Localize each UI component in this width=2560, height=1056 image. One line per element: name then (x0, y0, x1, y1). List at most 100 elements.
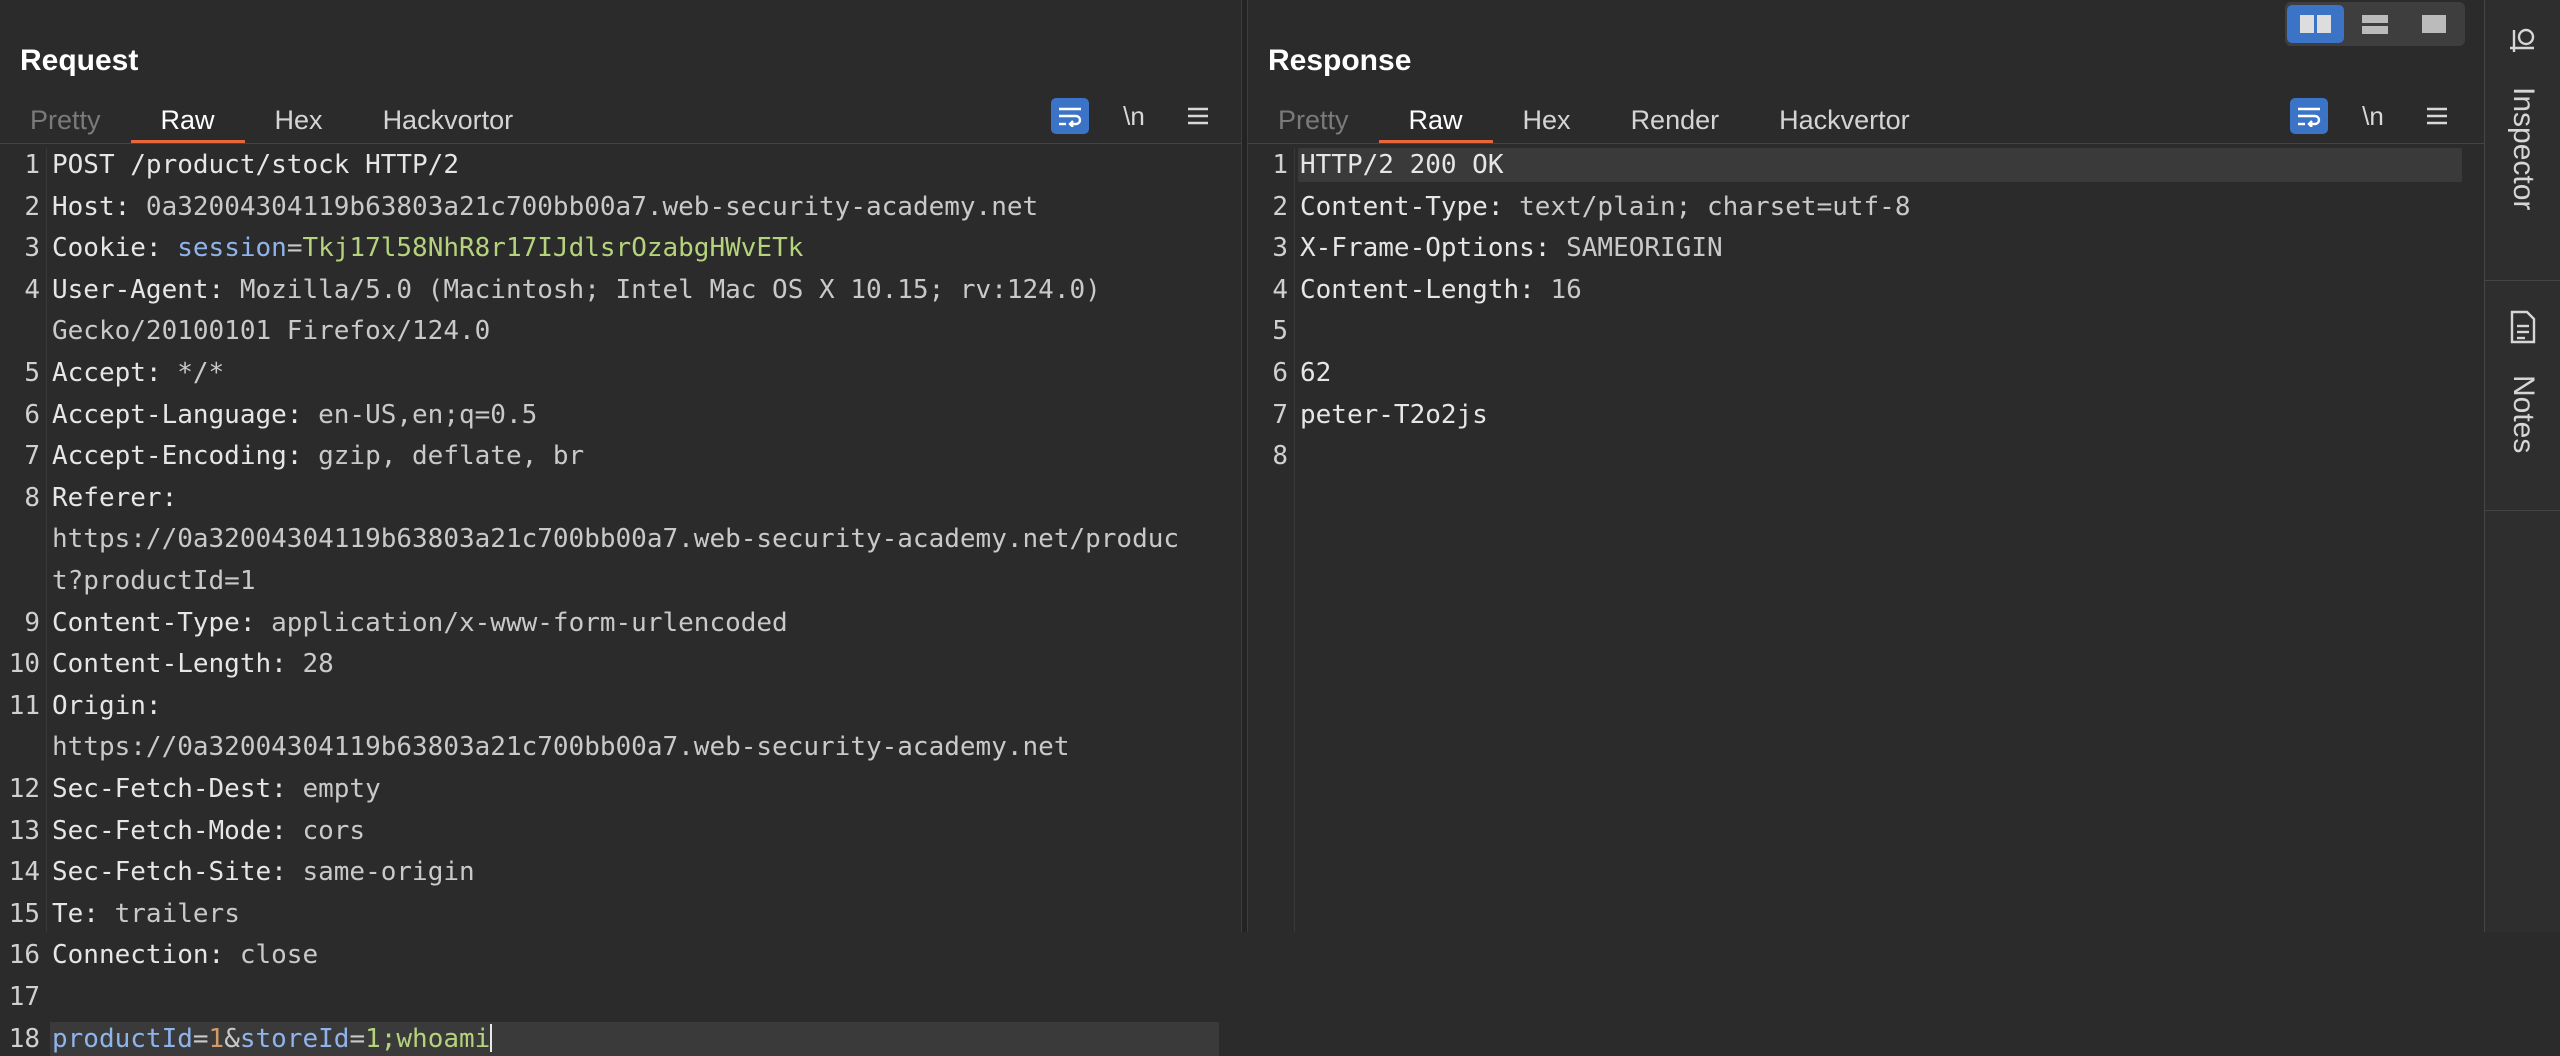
line-text: Te: trailers (52, 897, 240, 931)
cookie-name: session (161, 233, 287, 264)
request-editor[interactable]: 1 POST /product/stock HTTP/2 2 Host: 0a3200… (0, 148, 1241, 1056)
line-number: 13 (8, 815, 40, 846)
header-name: Connection: (52, 940, 225, 971)
header-name: X-Frame-Options: (1300, 233, 1551, 264)
line-number: 2 (1272, 191, 1288, 222)
request-tab-underline (0, 143, 1241, 144)
sidebar-divider-2 (2485, 510, 2560, 511)
line-number: 5 (24, 358, 40, 388)
param-separator: & (224, 1023, 240, 1054)
line-number: 1 (1272, 150, 1288, 180)
inspector-label: Inspector (2507, 87, 2540, 211)
line-number: 3 (1272, 233, 1288, 264)
line-number: 10 (8, 649, 40, 680)
header-name: Te: (52, 898, 99, 929)
line-number: 8 (1272, 441, 1288, 472)
line-text: Sec-Fetch-Site: same-origin (52, 855, 475, 889)
request-newline-label: \n (1123, 100, 1145, 131)
line-number: 18 (8, 1023, 40, 1054)
request-tab-raw[interactable]: Raw (130, 96, 245, 144)
request-menu-icon[interactable] (1179, 98, 1217, 134)
request-tabs: Pretty Raw Hex Hackvortor (0, 96, 543, 144)
response-tab-pretty[interactable]: Pretty (1248, 96, 1379, 144)
line-text: Host: 0a32004304119b63803a21c700bb00a7.w… (52, 190, 1038, 224)
equals-sign: = (192, 1023, 209, 1054)
layout-switcher (2285, 2, 2465, 46)
line-text: Origin: (52, 689, 162, 723)
response-tab-render[interactable]: Render (1601, 96, 1750, 144)
line-text: Connection: close (52, 938, 318, 972)
line-content: 62 (1300, 358, 1332, 388)
header-name: Accept-Language: (52, 399, 303, 430)
header-value: SAMEORIGIN (1550, 233, 1723, 264)
equals-sign: = (349, 1023, 366, 1054)
request-wrap-toggle-icon[interactable] (1051, 98, 1089, 134)
response-newline-toggle[interactable]: \n (2354, 98, 2392, 134)
line-number: 14 (8, 857, 40, 888)
response-tab-raw[interactable]: Raw (1378, 96, 1493, 144)
layout-side-by-side-icon[interactable] (2287, 5, 2345, 43)
header-value: */* (161, 358, 225, 388)
response-tab-hackvertor[interactable]: Hackvertor (1749, 96, 1940, 144)
cookie-equals: = (286, 233, 303, 264)
header-value: cors (286, 815, 366, 846)
response-tab-hex[interactable]: Hex (1493, 96, 1601, 144)
header-value-continued: Gecko/20100101 Firefox/124.0 (52, 316, 491, 347)
param-key: productId (52, 1023, 193, 1054)
line-text: productId=1&storeId=1;whoami (52, 1022, 493, 1056)
line-text: X-Frame-Options: SAMEORIGIN (1300, 231, 1723, 265)
param-value: 1 (208, 1023, 225, 1054)
burp-repeater: Request Pretty Raw Hex Hackvortor \n 1 POST … (0, 0, 2560, 1056)
layout-stacked-icon[interactable] (2346, 5, 2403, 43)
header-value: text/plain; charset=utf-8 (1503, 191, 1911, 222)
header-value: Mozilla/5.0 (Macintosh; Intel Mac OS X 1… (224, 274, 1101, 305)
request-tab-pretty[interactable]: Pretty (0, 96, 131, 144)
line-text: 62 (1300, 356, 1331, 390)
request-newline-toggle[interactable]: \n (1115, 98, 1153, 134)
line-text: Gecko/20100101 Firefox/124.0 (52, 314, 490, 348)
response-editor[interactable]: 1 HTTP/2 200 OK 2 Content-Type: text/plain;… (1248, 148, 2484, 932)
line-text: https://0a32004304119b63803a21c700bb00a7… (52, 730, 1069, 764)
header-name: User-Agent: (52, 274, 225, 305)
response-title: Response (1268, 44, 1412, 77)
header-value: 16 (1534, 274, 1582, 305)
line-number: 1 (24, 150, 40, 180)
line-content: peter-T2o2js (1300, 399, 1488, 430)
line-text: Accept-Encoding: gzip, deflate, br (52, 439, 584, 473)
response-menu-icon[interactable] (2418, 98, 2456, 134)
request-toolbar: \n (1051, 96, 1217, 136)
header-name: Sec-Fetch-Dest: (52, 774, 287, 804)
line-number: 4 (1272, 274, 1288, 305)
line-number: 3 (24, 233, 40, 264)
line-text: HTTP/2 200 OK (1300, 148, 1504, 182)
line-content: POST /product/stock HTTP/2 (52, 150, 459, 180)
line-text: Referer: (52, 481, 177, 515)
layout-tabs-icon[interactable] (2406, 5, 2463, 43)
param-key: storeId (239, 1023, 350, 1054)
line-text: User-Agent: Mozilla/5.0 (Macintosh; Inte… (52, 273, 1101, 307)
line-text: t?productId=1 (52, 564, 256, 598)
request-gutter (46, 148, 47, 932)
line-text: https://0a32004304119b63803a21c700bb00a7… (52, 522, 1179, 556)
response-wrap-toggle-icon[interactable] (2290, 98, 2328, 134)
header-value-continued: t?productId=1 (52, 566, 256, 596)
line-number: 15 (8, 898, 40, 929)
inspector-icon (2508, 26, 2538, 61)
cookie-value: Tkj17l58NhR8r17IJdlsrOzabgHWvETk (302, 233, 804, 264)
line-number: 12 (8, 774, 40, 804)
header-name: Host: (52, 191, 131, 222)
line-text: Accept-Language: en-US,en;q=0.5 (52, 398, 537, 432)
line-text: Cookie: session=Tkj17l58NhR8r17IJdlsrOza… (52, 231, 803, 265)
notes-label: Notes (2507, 375, 2540, 454)
request-tab-hex[interactable]: Hex (245, 96, 353, 144)
notes-tab[interactable]: Notes (2485, 310, 2560, 453)
header-name: Sec-Fetch-Site: (52, 857, 287, 888)
header-value: application/x-www-form-urlencoded (255, 607, 788, 638)
inspector-tab[interactable]: Inspector (2485, 26, 2560, 210)
header-value: same-origin (286, 857, 475, 888)
pane-splitter[interactable] (1241, 0, 1248, 932)
notes-icon (2509, 310, 2537, 349)
response-tabs: Pretty Raw Hex Render Hackvertor (1248, 96, 1940, 144)
request-tab-hackvortor[interactable]: Hackvortor (353, 96, 544, 144)
line-number: 7 (24, 441, 40, 472)
